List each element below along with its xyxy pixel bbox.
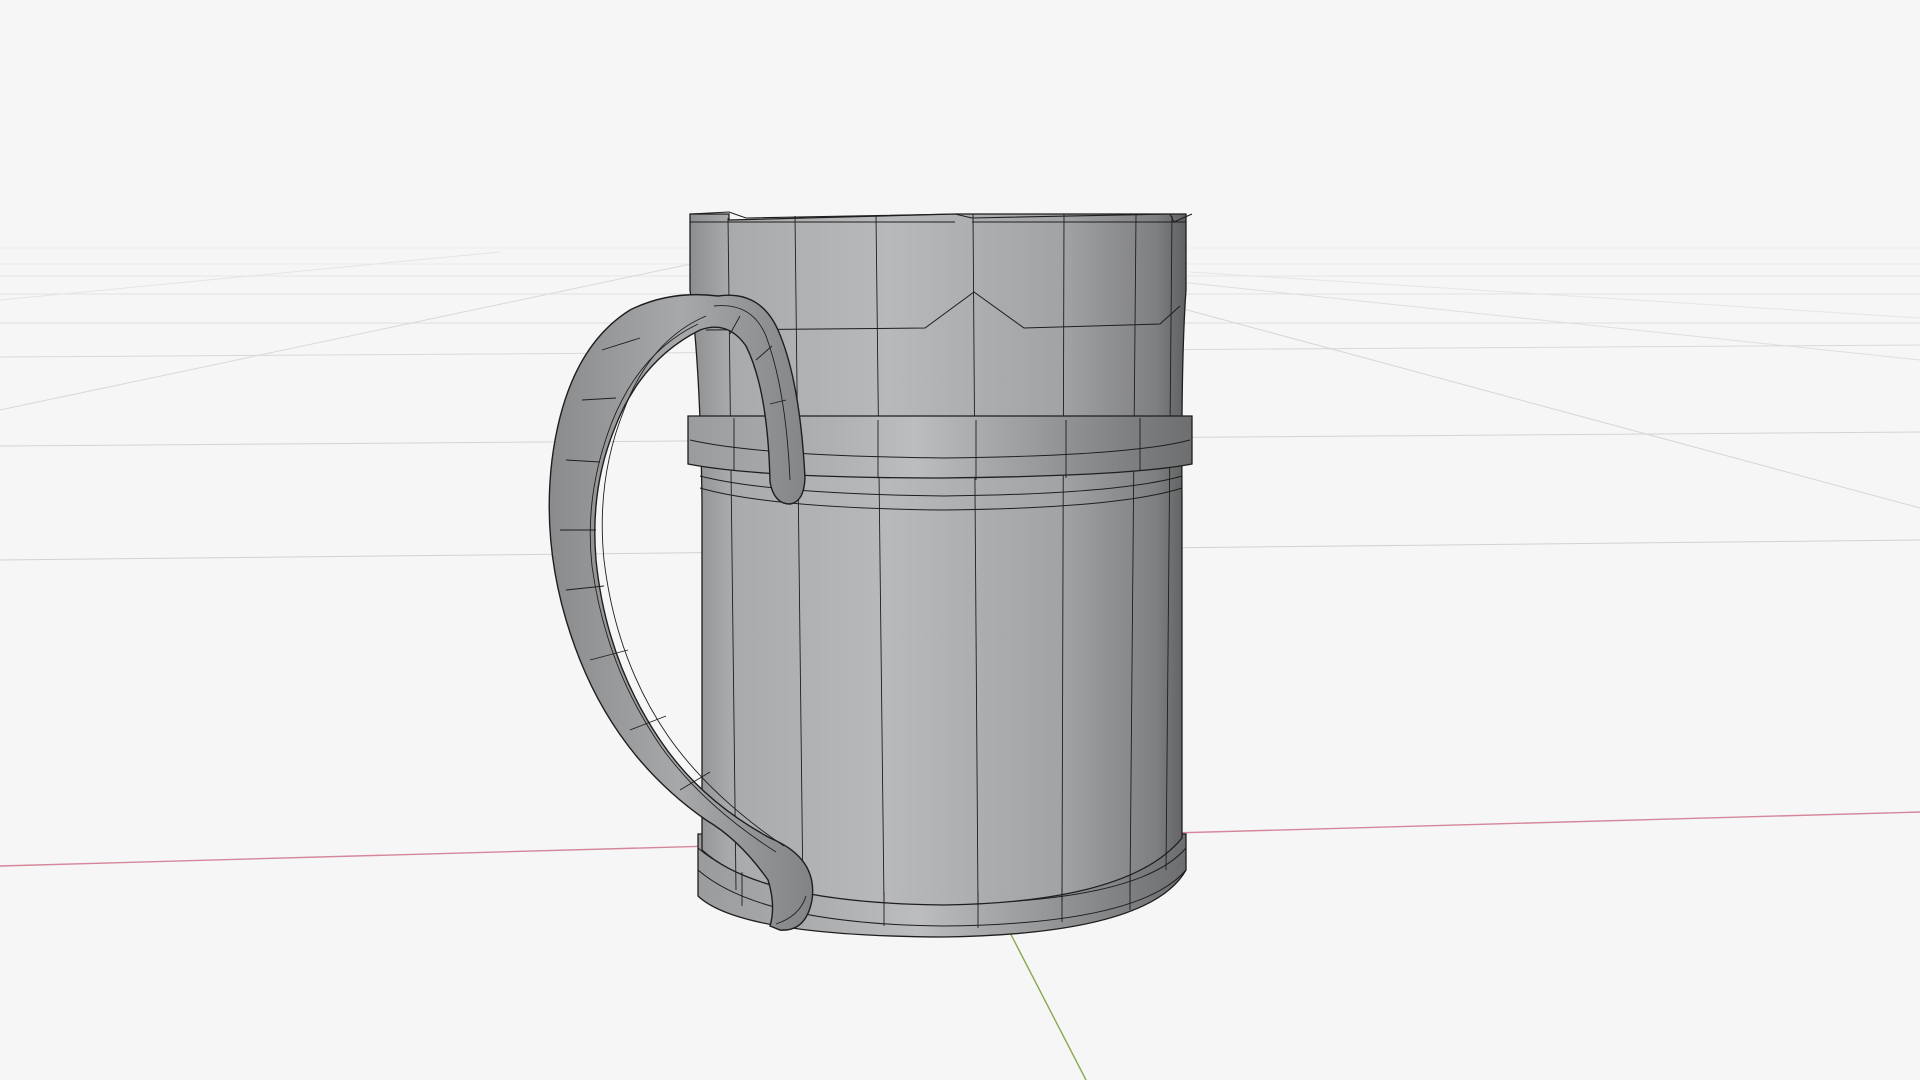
middle-band	[687, 415, 1193, 479]
mug-model[interactable]	[548, 211, 1193, 938]
viewport-3d[interactable]	[0, 0, 1920, 1080]
grid-line	[1179, 307, 1920, 509]
scene-canvas[interactable]	[0, 0, 1920, 1080]
